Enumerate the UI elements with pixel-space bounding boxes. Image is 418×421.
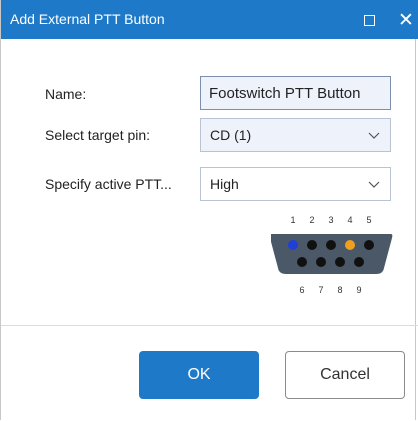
pin-8-dot	[335, 257, 345, 267]
pin-3-label: 3	[328, 215, 333, 225]
active-ptt-value: High	[210, 176, 239, 192]
footer-divider	[1, 325, 418, 326]
close-button[interactable]: ✕	[395, 9, 417, 31]
pin-4-label: 4	[347, 215, 352, 225]
ok-button[interactable]: OK	[139, 351, 259, 399]
pin-6-label: 6	[299, 285, 304, 295]
db9-connector-diagram: 1 2 3 4 5 6 7 8 9	[271, 215, 393, 295]
close-icon: ✕	[398, 8, 414, 31]
pin-3-dot	[326, 240, 336, 250]
target-pin-label: Select target pin:	[45, 127, 151, 143]
dialog-window: Add External PTT Button ✕ Name: Footswit…	[0, 0, 418, 420]
pin-7-label: 7	[318, 285, 323, 295]
pin-1-label: 1	[290, 215, 295, 225]
active-ptt-select[interactable]: High	[200, 167, 391, 201]
pin-5-dot	[364, 240, 374, 250]
chevron-down-icon	[368, 181, 380, 188]
pin-7-dot	[316, 257, 326, 267]
pin-4-dot	[345, 240, 355, 250]
pin-5-label: 5	[366, 215, 371, 225]
pin-1-dot	[288, 240, 298, 250]
title-bar[interactable]: Add External PTT Button ✕	[1, 0, 418, 39]
maximize-button[interactable]	[358, 9, 380, 31]
dialog-title: Add External PTT Button	[10, 11, 165, 27]
pin-2-dot	[307, 240, 317, 250]
maximize-icon	[363, 14, 375, 26]
pin-8-label: 8	[337, 285, 342, 295]
pin-9-dot	[354, 257, 364, 267]
pin-6-dot	[297, 257, 307, 267]
target-pin-select[interactable]: CD (1)	[200, 118, 391, 152]
pin-2-label: 2	[309, 215, 314, 225]
active-ptt-label: Specify active PTT...	[45, 176, 172, 192]
pin-9-label: 9	[356, 285, 361, 295]
connector-shell	[271, 234, 393, 274]
chevron-down-icon	[368, 132, 380, 139]
target-pin-value: CD (1)	[210, 127, 252, 143]
name-field-value: Footswitch PTT Button	[209, 85, 361, 102]
name-field[interactable]: Footswitch PTT Button	[200, 76, 391, 110]
name-label: Name:	[45, 86, 87, 102]
cancel-button[interactable]: Cancel	[285, 351, 405, 399]
